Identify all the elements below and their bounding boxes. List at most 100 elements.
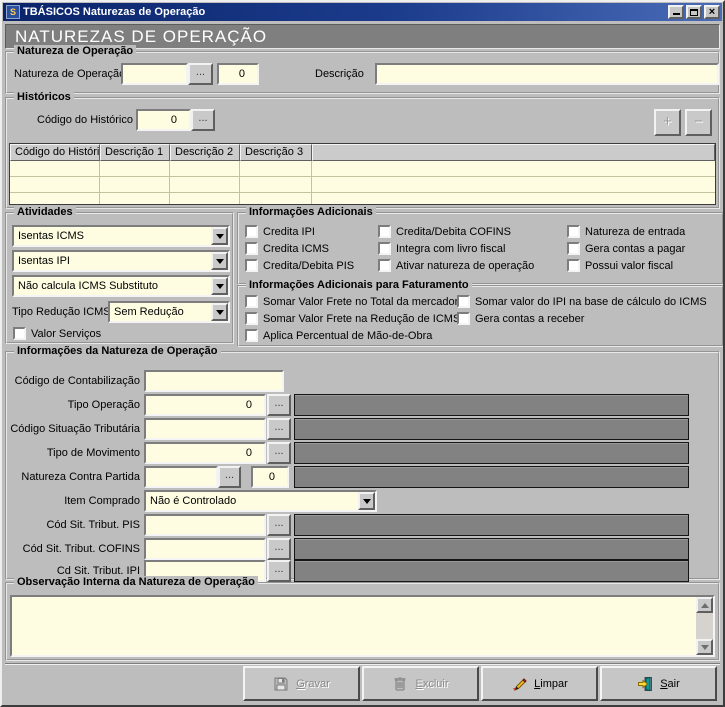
natureza-contra-partida-num-field[interactable]: 0: [251, 466, 289, 488]
credita-debita-cofins-checkbox[interactable]: Credita/Debita COFINS: [378, 225, 511, 238]
somar-frete-total-checkbox[interactable]: Somar Valor Frete no Total da mercadoria: [245, 295, 467, 308]
natureza-contra-partida-lookup-button[interactable]: ...: [218, 466, 241, 488]
observacao-textarea[interactable]: [10, 595, 715, 657]
natureza-lookup-button[interactable]: ...: [188, 63, 213, 85]
checkbox-box[interactable]: [378, 242, 391, 255]
checkbox-box[interactable]: [567, 225, 580, 238]
remove-historico-button[interactable]: −: [685, 109, 712, 136]
cod-situacao-input[interactable]: [144, 418, 266, 440]
grid-cell[interactable]: [170, 177, 240, 193]
dropdown-button[interactable]: [358, 492, 375, 510]
checkbox-box[interactable]: [245, 312, 258, 325]
credita-debita-pis-checkbox[interactable]: Credita/Debita PIS: [245, 259, 354, 272]
checkbox-box[interactable]: [245, 295, 258, 308]
sit-tribut-ipi-lookup-button[interactable]: ...: [267, 560, 291, 582]
close-button[interactable]: ×: [704, 5, 720, 19]
integra-livro-fiscal-checkbox[interactable]: Integra com livro fiscal: [378, 242, 505, 255]
sit-tribut-cofins-lookup-button[interactable]: ...: [267, 538, 291, 560]
ipi-activity-select[interactable]: Isentas IPI: [12, 250, 230, 272]
add-historico-button[interactable]: +: [654, 109, 681, 136]
dropdown-button[interactable]: [211, 277, 228, 295]
grid-cell[interactable]: [240, 177, 312, 193]
gera-contas-pagar-checkbox[interactable]: Gera contas a pagar: [567, 242, 685, 255]
checkbox-box[interactable]: [245, 329, 258, 342]
checkbox-label: Credita/Debita PIS: [263, 260, 354, 272]
historico-code-input[interactable]: 0: [136, 109, 191, 131]
credita-ipi-checkbox[interactable]: Credita IPI: [245, 225, 315, 238]
descricao-input[interactable]: [375, 63, 719, 85]
grid-row[interactable]: [10, 177, 715, 193]
historico-lookup-button[interactable]: ...: [191, 109, 215, 131]
somar-frete-reducao-checkbox[interactable]: Somar Valor Frete na Redução de ICMS: [245, 312, 460, 325]
sit-tribut-pis-lookup-button[interactable]: ...: [267, 514, 291, 536]
cod-situacao-lookup-button[interactable]: ...: [267, 418, 291, 440]
checkbox-box[interactable]: [378, 259, 391, 272]
grid-filler: [312, 193, 715, 205]
tipo-movimento-input[interactable]: 0: [144, 442, 266, 464]
maximize-button[interactable]: [686, 5, 702, 19]
checkbox-box[interactable]: [245, 242, 258, 255]
scroll-down-button[interactable]: [696, 639, 713, 655]
save-button[interactable]: Gravar: [243, 666, 360, 701]
credita-icms-checkbox[interactable]: Credita ICMS: [245, 242, 329, 255]
dropdown-button[interactable]: [211, 303, 228, 321]
grid-cell[interactable]: [240, 161, 312, 177]
contabilizacao-input[interactable]: [144, 370, 284, 392]
checkbox-box[interactable]: [378, 225, 391, 238]
checkbox-box[interactable]: [245, 259, 258, 272]
grid-cell[interactable]: [170, 161, 240, 177]
grid-column-header[interactable]: Descrição 3: [240, 144, 312, 161]
historicos-grid[interactable]: Código do Histórico Descrição 1 Descriçã…: [9, 143, 716, 205]
grid-cell[interactable]: [100, 193, 170, 205]
button-label: Limpar: [534, 678, 568, 690]
scroll-up-button[interactable]: [696, 597, 713, 613]
title-bar[interactable]: S TBÁSICOS Naturezas de Operação ×: [3, 3, 722, 21]
grid-column-header[interactable]: Código do Histórico: [10, 144, 100, 161]
natureza-code-input[interactable]: [121, 63, 188, 85]
checkbox-box[interactable]: [13, 327, 26, 340]
tipo-reducao-select[interactable]: Sem Redução: [108, 301, 230, 323]
grid-cell[interactable]: [10, 161, 100, 177]
dropdown-button[interactable]: [211, 252, 228, 270]
checkbox-label: Integra com livro fiscal: [396, 243, 505, 255]
natureza-entrada-checkbox[interactable]: Natureza de entrada: [567, 225, 685, 238]
checkbox-box[interactable]: [567, 259, 580, 272]
natureza-contra-partida-input[interactable]: [144, 466, 218, 488]
grid-cell[interactable]: [10, 177, 100, 193]
somar-ipi-base-icms-checkbox[interactable]: Somar valor do IPI na base de cálculo do…: [457, 295, 707, 308]
vertical-scrollbar[interactable]: [696, 597, 713, 655]
grid-row[interactable]: [10, 193, 715, 205]
grid-row[interactable]: [10, 161, 715, 177]
dropdown-button[interactable]: [211, 227, 228, 245]
possui-valor-fiscal-checkbox[interactable]: Possui valor fiscal: [567, 259, 673, 272]
checkbox-box[interactable]: [457, 295, 470, 308]
checkbox-box[interactable]: [567, 242, 580, 255]
item-comprado-select[interactable]: Não é Controlado: [144, 490, 377, 512]
icms-substituto-select[interactable]: Não calcula ICMS Substituto: [12, 275, 230, 297]
delete-button[interactable]: Excluir: [362, 666, 479, 701]
grid-column-header[interactable]: Descrição 1: [100, 144, 170, 161]
gera-contas-receber-checkbox[interactable]: Gera contas a receber: [457, 312, 584, 325]
aplica-mao-de-obra-checkbox[interactable]: Aplica Percentual de Mão-de-Obra: [245, 329, 432, 342]
tipo-operacao-input[interactable]: 0: [144, 394, 266, 416]
sit-tribut-pis-input[interactable]: [144, 514, 266, 536]
grid-cell[interactable]: [100, 177, 170, 193]
checkbox-box[interactable]: [457, 312, 470, 325]
grid-cell[interactable]: [10, 193, 100, 205]
sit-tribut-cofins-input[interactable]: [144, 538, 266, 560]
grid-cell[interactable]: [100, 161, 170, 177]
grid-cell[interactable]: [170, 193, 240, 205]
minimize-button[interactable]: [668, 5, 684, 19]
observacao-text[interactable]: [15, 598, 695, 654]
grid-cell[interactable]: [240, 193, 312, 205]
exit-button[interactable]: Sair: [600, 666, 717, 701]
tipo-operacao-lookup-button[interactable]: ...: [267, 394, 291, 416]
ativar-natureza-checkbox[interactable]: Ativar natureza de operação: [378, 259, 534, 272]
tipo-movimento-lookup-button[interactable]: ...: [267, 442, 291, 464]
grid-column-header[interactable]: Descrição 2: [170, 144, 240, 161]
natureza-seq-field[interactable]: 0: [217, 63, 259, 85]
clear-button[interactable]: Limpar: [481, 666, 598, 701]
icms-activity-select[interactable]: Isentas ICMS: [12, 225, 230, 247]
checkbox-box[interactable]: [245, 225, 258, 238]
valor-servicos-checkbox[interactable]: Valor Serviços: [13, 327, 101, 340]
